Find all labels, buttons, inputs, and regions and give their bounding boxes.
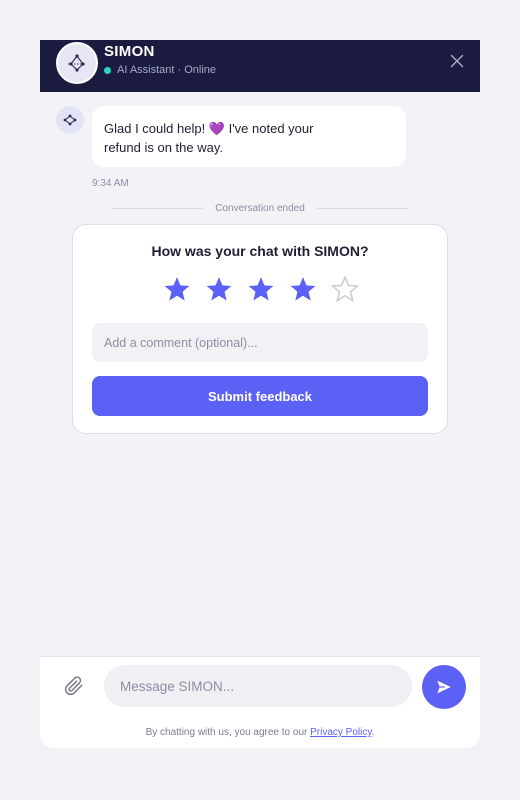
conversation-ended-divider: Conversation ended [112,200,409,216]
star-icon [206,277,232,301]
chat-header: SIMON AI Assistant · Online [40,40,480,92]
online-status-dot [104,66,111,74]
feedback-comment-input[interactable] [92,323,428,362]
legal-suffix: . [371,727,375,738]
star-2-button[interactable] [203,273,235,305]
star-1-button[interactable] [161,273,193,305]
chat-widget: SIMON AI Assistant · Online Glad I could… [40,40,480,748]
divider-line [316,207,409,209]
legal-notice: By chatting with us, you agree to our Pr… [40,727,480,738]
bot-message-bubble: Glad I could help! 💜 I've noted your ref… [92,106,406,167]
feedback-card: How was your chat with SIMON? Submit fee… [72,224,448,434]
status-text: AI Assistant · Online [117,64,217,76]
assistant-name: SIMON [104,43,155,60]
star-icon [248,277,274,301]
network-icon [63,114,77,126]
bot-message-avatar [56,106,84,134]
message-text: Glad I could help! 💜 I've noted your ref… [104,121,314,155]
star-icon [164,277,190,301]
message-input[interactable] [104,665,412,707]
legal-prefix: By chatting with us, you agree to our [145,727,311,738]
close-icon [450,54,464,68]
send-button[interactable] [422,665,466,709]
message-timestamp: 9:34 AM [92,178,129,189]
submit-feedback-button[interactable]: Submit feedback [92,376,428,416]
divider-label: Conversation ended [215,202,305,214]
star-5-button[interactable] [329,273,361,305]
star-rating [161,273,361,305]
star-4-button[interactable] [287,273,319,305]
star-3-button[interactable] [245,273,277,305]
assistant-avatar [56,42,98,84]
star-icon [290,277,316,301]
close-button[interactable] [448,52,466,70]
paperclip-icon [64,676,83,696]
attach-button[interactable] [62,674,86,698]
network-icon [68,54,86,72]
feedback-title: How was your chat with SIMON? [151,243,369,259]
assistant-status: AI Assistant · Online [104,64,216,76]
send-icon [437,680,451,694]
message-composer: By chatting with us, you agree to our Pr… [40,656,480,748]
divider-line [112,207,204,209]
privacy-policy-link[interactable]: Privacy Policy [310,727,372,738]
star-icon [331,275,359,303]
